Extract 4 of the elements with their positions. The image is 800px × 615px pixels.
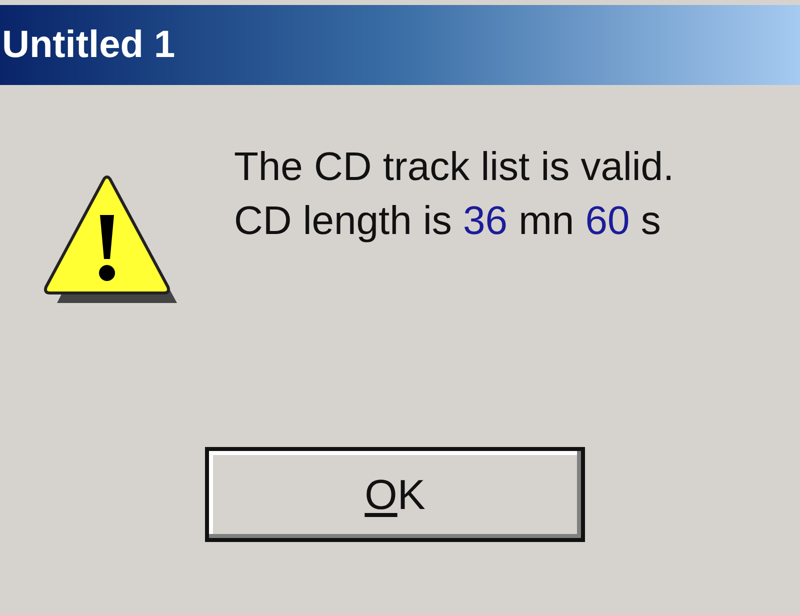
- window-title: Untitled 1: [2, 22, 176, 68]
- ok-button[interactable]: OK: [205, 447, 585, 542]
- message-text: The CD track list is valid.: [234, 144, 674, 191]
- message-text: CD length is 36 mn 60 s: [234, 198, 662, 245]
